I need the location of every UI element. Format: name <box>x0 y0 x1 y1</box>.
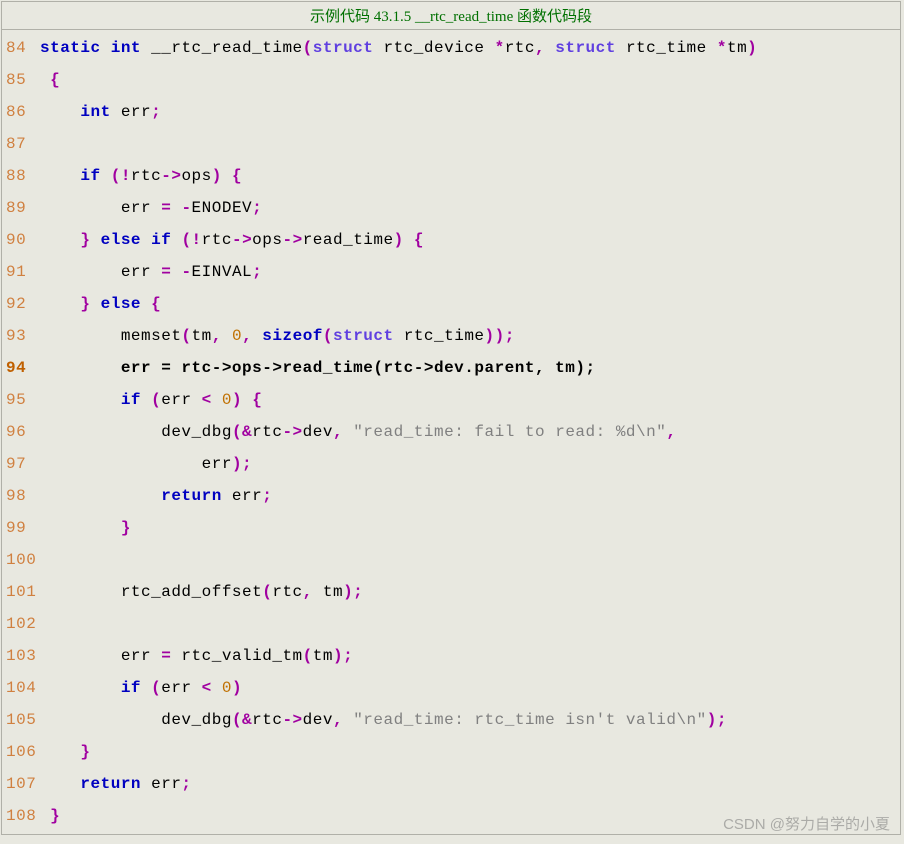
line-number: 104 <box>2 672 40 704</box>
code-text <box>40 544 900 576</box>
line-number: 94 <box>2 352 40 384</box>
line-number: 101 <box>2 576 40 608</box>
code-text: memset(tm, 0, sizeof(struct rtc_time)); <box>40 320 900 352</box>
code-area: 84static int __rtc_read_time(struct rtc_… <box>2 30 900 834</box>
code-text: err = rtc->ops->read_time(rtc->dev.paren… <box>40 352 900 384</box>
code-text: } else if (!rtc->ops->read_time) { <box>40 224 900 256</box>
code-line: 92 } else { <box>2 288 900 320</box>
code-text: err = -EINVAL; <box>40 256 900 288</box>
code-line: 99 } <box>2 512 900 544</box>
line-number: 107 <box>2 768 40 800</box>
code-text: static int __rtc_read_time(struct rtc_de… <box>40 32 900 64</box>
code-line: 96 dev_dbg(&rtc->dev, "read_time: fail t… <box>2 416 900 448</box>
code-line: 98 return err; <box>2 480 900 512</box>
line-number: 99 <box>2 512 40 544</box>
code-line: 102 <box>2 608 900 640</box>
code-text <box>40 608 900 640</box>
code-text: err = -ENODEV; <box>40 192 900 224</box>
line-number: 106 <box>2 736 40 768</box>
code-text: return err; <box>40 768 900 800</box>
code-text: } <box>40 512 900 544</box>
code-block-container: 示例代码 43.1.5 __rtc_read_time 函数代码段 84stat… <box>1 1 901 835</box>
code-text: if (!rtc->ops) { <box>40 160 900 192</box>
line-number: 103 <box>2 640 40 672</box>
code-text: } <box>40 800 900 832</box>
code-line: 90 } else if (!rtc->ops->read_time) { <box>2 224 900 256</box>
line-number: 102 <box>2 608 40 640</box>
code-line: 93 memset(tm, 0, sizeof(struct rtc_time)… <box>2 320 900 352</box>
code-line: 97 err); <box>2 448 900 480</box>
code-line: 104 if (err < 0) <box>2 672 900 704</box>
code-line: 86 int err; <box>2 96 900 128</box>
code-line: 89 err = -ENODEV; <box>2 192 900 224</box>
line-number: 96 <box>2 416 40 448</box>
code-title: 示例代码 43.1.5 __rtc_read_time 函数代码段 <box>2 2 900 30</box>
code-text: { <box>40 64 900 96</box>
line-number: 97 <box>2 448 40 480</box>
code-line: 94 err = rtc->ops->read_time(rtc->dev.pa… <box>2 352 900 384</box>
code-line: 85 { <box>2 64 900 96</box>
line-number: 92 <box>2 288 40 320</box>
code-text: rtc_add_offset(rtc, tm); <box>40 576 900 608</box>
code-text: } <box>40 736 900 768</box>
code-text: err = rtc_valid_tm(tm); <box>40 640 900 672</box>
code-text: dev_dbg(&rtc->dev, "read_time: rtc_time … <box>40 704 900 736</box>
line-number: 84 <box>2 32 40 64</box>
line-number: 86 <box>2 96 40 128</box>
code-text: dev_dbg(&rtc->dev, "read_time: fail to r… <box>40 416 900 448</box>
line-number: 108 <box>2 800 40 832</box>
line-number: 87 <box>2 128 40 160</box>
code-text: if (err < 0) { <box>40 384 900 416</box>
line-number: 89 <box>2 192 40 224</box>
code-line: 100 <box>2 544 900 576</box>
line-number: 91 <box>2 256 40 288</box>
code-text <box>40 128 900 160</box>
code-line: 87 <box>2 128 900 160</box>
line-number: 90 <box>2 224 40 256</box>
code-line: 88 if (!rtc->ops) { <box>2 160 900 192</box>
line-number: 95 <box>2 384 40 416</box>
code-text: return err; <box>40 480 900 512</box>
line-number: 100 <box>2 544 40 576</box>
code-line: 105 dev_dbg(&rtc->dev, "read_time: rtc_t… <box>2 704 900 736</box>
line-number: 98 <box>2 480 40 512</box>
code-text: if (err < 0) <box>40 672 900 704</box>
code-line: 91 err = -EINVAL; <box>2 256 900 288</box>
code-line: 95 if (err < 0) { <box>2 384 900 416</box>
code-line: 103 err = rtc_valid_tm(tm); <box>2 640 900 672</box>
line-number: 85 <box>2 64 40 96</box>
line-number: 93 <box>2 320 40 352</box>
code-line: 106 } <box>2 736 900 768</box>
code-text: int err; <box>40 96 900 128</box>
code-text: } else { <box>40 288 900 320</box>
line-number: 88 <box>2 160 40 192</box>
code-line: 107 return err; <box>2 768 900 800</box>
line-number: 105 <box>2 704 40 736</box>
code-line: 101 rtc_add_offset(rtc, tm); <box>2 576 900 608</box>
code-line: 108 } <box>2 800 900 832</box>
code-line: 84static int __rtc_read_time(struct rtc_… <box>2 32 900 64</box>
code-text: err); <box>40 448 900 480</box>
